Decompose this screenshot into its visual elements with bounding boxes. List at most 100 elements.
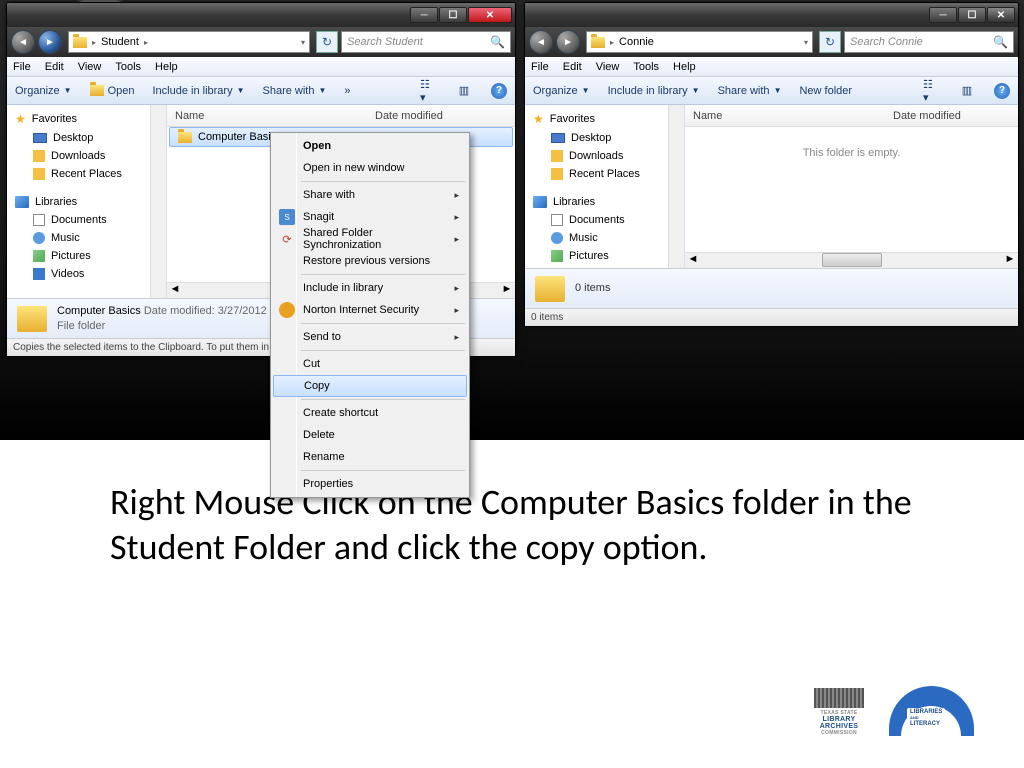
- preview-pane-icon[interactable]: ▥: [958, 82, 976, 100]
- sidebar-item-downloads[interactable]: Downloads: [7, 147, 166, 165]
- sidebar-item-documents[interactable]: Documents: [525, 211, 684, 229]
- sidebar-item-recent[interactable]: Recent Places: [525, 165, 684, 183]
- menu-view[interactable]: View: [78, 61, 102, 73]
- breadcrumb[interactable]: Student: [101, 36, 139, 48]
- minimize-button[interactable]: ─: [929, 7, 957, 23]
- pictures-icon: [33, 250, 45, 262]
- sidebar-item-music[interactable]: Music: [7, 229, 166, 247]
- close-button[interactable]: ✕: [987, 7, 1015, 23]
- ctx-copy[interactable]: Copy: [273, 375, 467, 397]
- column-headers[interactable]: Name Date modified: [167, 105, 515, 127]
- sidebar-item-desktop[interactable]: Desktop: [7, 129, 166, 147]
- organize-button[interactable]: Organize▼: [533, 85, 590, 97]
- view-options-icon[interactable]: ☷ ▾: [419, 82, 437, 100]
- share-with-button[interactable]: Share with▼: [263, 85, 327, 97]
- horizontal-scrollbar[interactable]: ◄►: [685, 252, 1018, 268]
- menu-view[interactable]: View: [596, 61, 620, 73]
- ctx-delete[interactable]: Delete: [273, 424, 467, 446]
- menu-tools[interactable]: Tools: [115, 61, 141, 73]
- back-button[interactable]: ◄: [529, 30, 553, 54]
- status-bar: 0 items: [525, 308, 1018, 326]
- titlebar[interactable]: ─ ☐ ✕: [525, 3, 1018, 27]
- search-input[interactable]: Search Connie 🔍: [844, 31, 1014, 53]
- sidebar-libraries[interactable]: Libraries: [7, 193, 166, 211]
- building-icon: [814, 688, 864, 708]
- menu-file[interactable]: File: [13, 61, 31, 73]
- view-options-icon[interactable]: ☷ ▾: [922, 82, 940, 100]
- ctx-restore-versions[interactable]: Restore previous versions: [273, 250, 467, 272]
- column-date[interactable]: Date modified: [893, 110, 961, 122]
- ctx-open[interactable]: Open: [273, 135, 467, 157]
- menu-edit[interactable]: Edit: [563, 61, 582, 73]
- ctx-share-with[interactable]: Share with: [273, 184, 467, 206]
- file-list-pane[interactable]: Name Date modified This folder is empty.…: [685, 105, 1018, 268]
- close-button[interactable]: ✕: [468, 7, 512, 23]
- new-folder-button[interactable]: New folder: [799, 85, 852, 97]
- preview-pane-icon[interactable]: ▥: [455, 82, 473, 100]
- ctx-properties[interactable]: Properties: [273, 473, 467, 495]
- ctx-send-to[interactable]: Send to: [273, 326, 467, 348]
- sidebar-item-recent[interactable]: Recent Places: [7, 165, 166, 183]
- sidebar-scrollbar[interactable]: [150, 105, 166, 298]
- sidebar-favorites[interactable]: ★Favorites: [7, 109, 166, 129]
- back-button[interactable]: ◄: [11, 30, 35, 54]
- address-bar[interactable]: ▸ Student ▸ ▾: [68, 31, 310, 53]
- sidebar-item-downloads[interactable]: Downloads: [525, 147, 684, 165]
- maximize-button[interactable]: ☐: [439, 7, 467, 23]
- nav-toolbar: ◄ ► ▸ Student ▸ ▾ ↻ Search Student 🔍: [7, 27, 515, 57]
- minimize-button[interactable]: ─: [410, 7, 438, 23]
- column-headers[interactable]: Name Date modified: [685, 105, 1018, 127]
- dropdown-icon[interactable]: ▾: [804, 38, 808, 47]
- search-placeholder: Search Student: [347, 36, 423, 48]
- dropdown-icon[interactable]: ▾: [301, 38, 305, 47]
- ctx-norton[interactable]: Norton Internet Security: [273, 299, 467, 321]
- sidebar-item-videos[interactable]: Videos: [7, 265, 166, 283]
- folder-icon: [591, 37, 605, 48]
- forward-button[interactable]: ►: [38, 30, 62, 54]
- column-date[interactable]: Date modified: [375, 110, 443, 122]
- address-bar[interactable]: ▸ Connie ▾: [586, 31, 813, 53]
- ctx-create-shortcut[interactable]: Create shortcut: [273, 402, 467, 424]
- ctx-rename[interactable]: Rename: [273, 446, 467, 468]
- search-input[interactable]: Search Student 🔍: [341, 31, 511, 53]
- share-with-button[interactable]: Share with▼: [718, 85, 782, 97]
- sidebar-item-pictures[interactable]: Pictures: [525, 247, 684, 265]
- navigation-pane: ★Favorites Desktop Downloads Recent Plac…: [525, 105, 685, 268]
- ctx-shared-folder-sync[interactable]: ⟳Shared Folder Synchronization: [273, 228, 467, 250]
- ctx-cut[interactable]: Cut: [273, 353, 467, 375]
- sidebar-item-music[interactable]: Music: [525, 229, 684, 247]
- menu-tools[interactable]: Tools: [633, 61, 659, 73]
- help-icon[interactable]: ?: [994, 83, 1010, 99]
- sidebar-item-pictures[interactable]: Pictures: [7, 247, 166, 265]
- details-count: 0 items: [575, 282, 610, 294]
- maximize-button[interactable]: ☐: [958, 7, 986, 23]
- open-button[interactable]: Open: [90, 85, 135, 97]
- sidebar-item-documents[interactable]: Documents: [7, 211, 166, 229]
- ctx-include-library[interactable]: Include in library: [273, 277, 467, 299]
- titlebar[interactable]: ─ ☐ ✕: [7, 3, 515, 27]
- sidebar-item-desktop[interactable]: Desktop: [525, 129, 684, 147]
- help-icon[interactable]: ?: [491, 83, 507, 99]
- refresh-button[interactable]: ↻: [316, 31, 338, 53]
- refresh-button[interactable]: ↻: [819, 31, 841, 53]
- sidebar-favorites[interactable]: ★Favorites: [525, 109, 684, 129]
- sidebar-libraries[interactable]: Libraries: [525, 193, 684, 211]
- menu-file[interactable]: File: [531, 61, 549, 73]
- column-name[interactable]: Name: [693, 110, 893, 122]
- ctx-snagit[interactable]: SSnagit: [273, 206, 467, 228]
- menu-help[interactable]: Help: [673, 61, 696, 73]
- menu-edit[interactable]: Edit: [45, 61, 64, 73]
- organize-button[interactable]: Organize▼: [15, 85, 72, 97]
- include-library-button[interactable]: Include in library▼: [608, 85, 700, 97]
- column-name[interactable]: Name: [175, 110, 375, 122]
- forward-button[interactable]: ►: [556, 30, 580, 54]
- context-menu: Open Open in new window Share with SSnag…: [270, 132, 470, 498]
- breadcrumb[interactable]: Connie: [619, 36, 654, 48]
- include-library-button[interactable]: Include in library▼: [152, 85, 244, 97]
- more-button[interactable]: »: [344, 85, 350, 97]
- ctx-open-new-window[interactable]: Open in new window: [273, 157, 467, 179]
- menu-help[interactable]: Help: [155, 61, 178, 73]
- sidebar-item-videos[interactable]: Videos: [525, 265, 684, 268]
- sidebar-scrollbar[interactable]: [668, 105, 684, 268]
- documents-icon: [551, 214, 563, 226]
